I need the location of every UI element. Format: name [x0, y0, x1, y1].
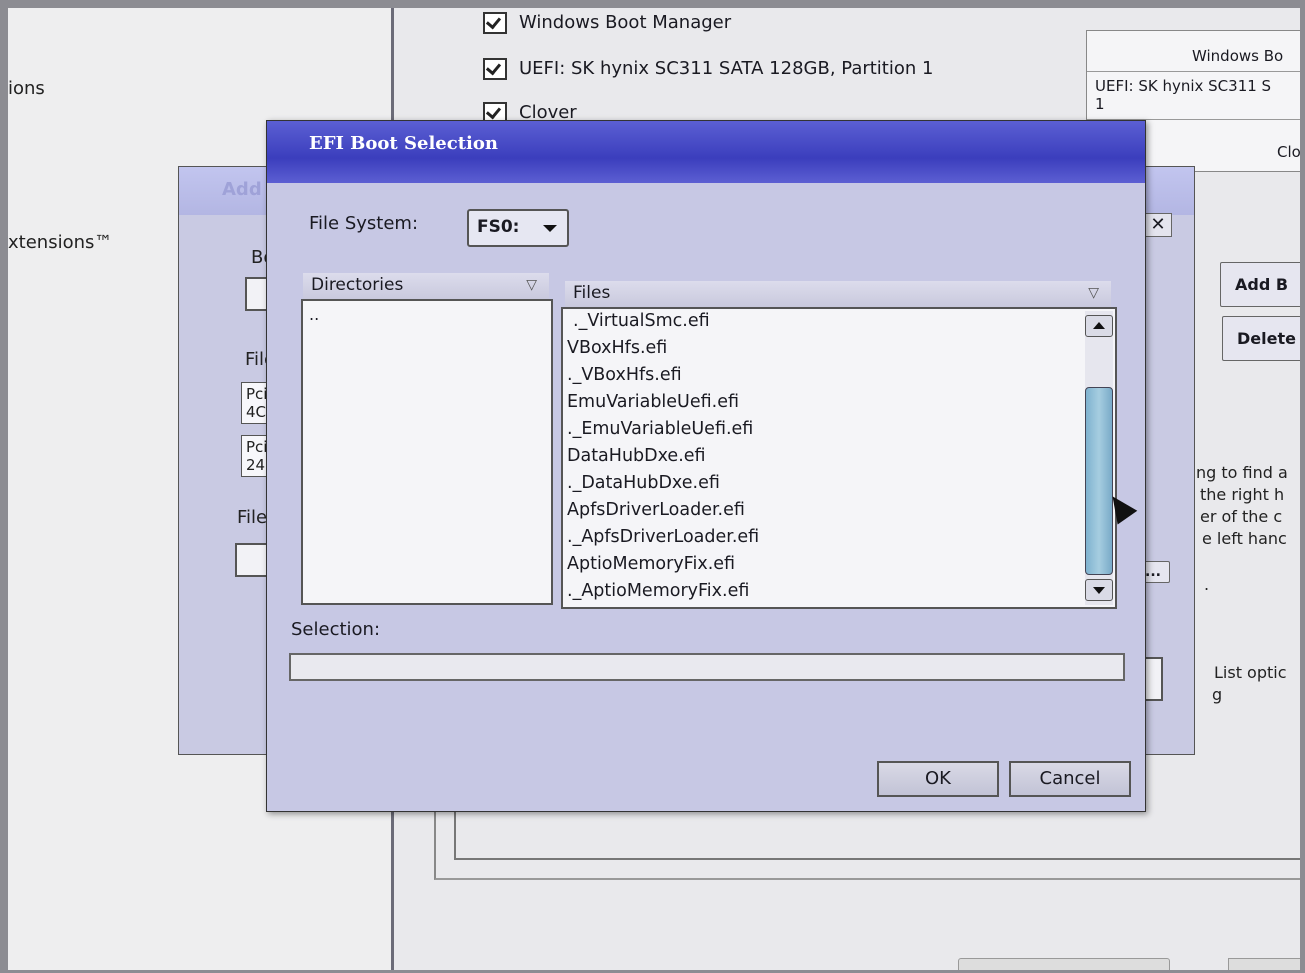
boot-item-windows[interactable]: Windows Boot Manager: [483, 12, 731, 34]
file-name-label: File: [237, 507, 268, 528]
file-item[interactable]: ._DataHubDxe.efi: [567, 473, 720, 493]
ok-button[interactable]: OK: [877, 761, 999, 797]
boot-item-label: Windows Boot Manager: [519, 12, 732, 33]
scroll-down-icon[interactable]: [1085, 579, 1113, 601]
boot-order-cell: Clo: [1277, 143, 1300, 161]
boot-order-row[interactable]: Windows Bo: [1087, 31, 1300, 72]
dialog-title: EFI Boot Selection: [309, 133, 498, 154]
scrollbar-thumb[interactable]: [1085, 387, 1113, 575]
delete-boot-option-button[interactable]: Delete: [1222, 316, 1300, 361]
directories-header[interactable]: Directories ▽: [303, 273, 549, 299]
boot-order-cell: Windows Bo: [1192, 47, 1284, 65]
sort-icon[interactable]: ▽: [1088, 285, 1099, 301]
boot-item-uefi-hynix[interactable]: UEFI: SK hynix SC311 SATA 128GB, Partiti…: [483, 58, 933, 80]
boot-order-row[interactable]: UEFI: SK hynix SC311 S 1: [1087, 73, 1300, 120]
help-line: the right h: [1200, 485, 1285, 504]
files-list[interactable]: ._VirtualSmc.efi VBoxHfs.efi ._VBoxHfs.e…: [561, 307, 1117, 609]
checkbox-checked-icon[interactable]: [483, 58, 507, 80]
add-boot-option-button[interactable]: Add B: [1220, 262, 1300, 307]
list-option-label-2: g: [1212, 685, 1223, 704]
directories-header-label: Directories: [311, 275, 404, 295]
files-header-label: Files: [573, 283, 611, 303]
scroll-up-icon[interactable]: [1085, 315, 1113, 337]
file-item[interactable]: AptioMemoryFix.efi: [567, 554, 735, 574]
files-scrollbar[interactable]: [1085, 311, 1113, 605]
bottom-action-button[interactable]: [958, 958, 1170, 970]
chevron-down-icon: [543, 225, 557, 232]
nav-item-options[interactable]: ions: [8, 78, 45, 99]
file-item[interactable]: ._VBoxHfs.efi: [567, 365, 682, 385]
file-system-value: FS0:: [477, 217, 520, 237]
boot-item-label: UEFI: SK hynix SC311 SATA 128GB, Partiti…: [519, 58, 934, 79]
help-line: er of the c: [1200, 507, 1283, 526]
bottom-action-button-2[interactable]: [1228, 958, 1300, 970]
nav-item-extensions[interactable]: xtensions™: [8, 232, 112, 253]
list-option-label[interactable]: List optic: [1214, 662, 1287, 684]
dialog-titlebar: EFI Boot Selection: [267, 121, 1145, 183]
help-line: ng to find a: [1196, 463, 1288, 482]
file-item[interactable]: VBoxHfs.efi: [567, 338, 667, 358]
checkbox-checked-icon[interactable]: [483, 12, 507, 34]
selection-label: Selection:: [291, 619, 381, 640]
boot-order-cell: UEFI: SK hynix SC311 S: [1095, 77, 1272, 95]
help-line: .: [1204, 575, 1210, 594]
file-item[interactable]: ._ApfsDriverLoader.efi: [567, 527, 759, 547]
file-item[interactable]: EmuVariableUefi.efi: [567, 392, 739, 412]
bios-screen: ions xtensions™ Windows Boot Manager UEF…: [8, 8, 1300, 970]
file-item[interactable]: ApfsDriverLoader.efi: [567, 500, 745, 520]
file-system-dropdown[interactable]: FS0:: [467, 209, 569, 247]
file-item[interactable]: ._EmuVariableUefi.efi: [567, 419, 753, 439]
directory-item-parent[interactable]: ..: [309, 305, 319, 324]
efi-boot-selection-dialog: EFI Boot Selection File System: FS0: Dir…: [266, 120, 1146, 812]
boot-order-cell: 1: [1095, 95, 1105, 113]
help-line: e left hanc: [1202, 529, 1287, 548]
files-header[interactable]: Files ▽: [565, 281, 1111, 307]
selection-input[interactable]: [289, 653, 1125, 681]
close-icon[interactable]: ✕: [1144, 213, 1172, 237]
file-system-label: File System:: [309, 213, 419, 234]
file-item[interactable]: ._VirtualSmc.efi: [573, 311, 710, 331]
sort-icon[interactable]: ▽: [526, 277, 537, 293]
directories-list[interactable]: ..: [301, 299, 553, 605]
cancel-button[interactable]: Cancel: [1009, 761, 1131, 797]
file-item[interactable]: ._AptioMemoryFix.efi: [567, 581, 749, 601]
file-item[interactable]: DataHubDxe.efi: [567, 446, 706, 466]
